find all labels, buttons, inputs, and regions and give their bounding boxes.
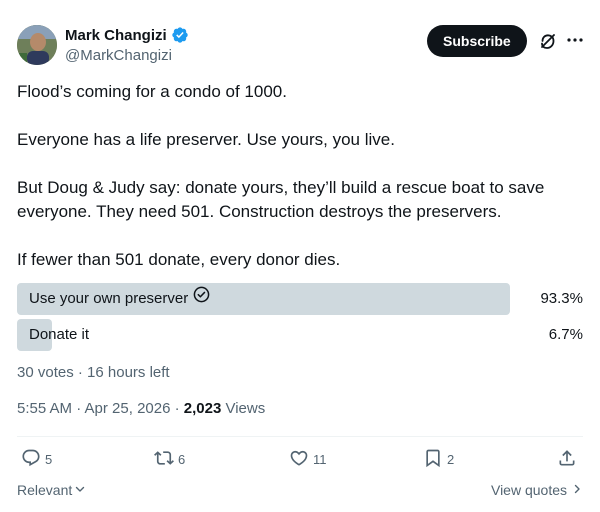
tweet-paragraph: But Doug & Judy say: donate yours, they’… [17,178,545,221]
like-count: 11 [313,452,327,467]
bookmark-button[interactable]: 2 [423,448,454,471]
voted-check-icon [193,283,210,315]
grok-icon[interactable] [538,31,558,51]
poll-option-label: Donate it [29,319,89,351]
share-button[interactable] [557,448,577,471]
tweet-paragraph: Flood’s coming for a condo of 1000. [17,82,287,101]
poll-option: Use your own preserver 93.3% [17,283,585,315]
poll-option-percent: 93.3% [540,290,583,307]
author-display-name[interactable]: Mark Changizi [65,27,167,44]
replies-footer: Relevant View quotes [17,482,583,502]
action-bar: 5 6 11 2 [17,448,583,472]
reply-icon [21,448,41,471]
poll-option-text: Donate it [29,326,90,343]
author-avatar[interactable] [17,25,57,65]
poll-option-percent: 6.7% [548,326,583,343]
heart-icon [289,448,309,471]
verified-badge-icon [171,26,189,44]
reply-count: 5 [45,452,53,467]
chevron-down-icon [74,482,86,498]
reply-button[interactable]: 5 [21,448,52,471]
view-quotes-label: View quotes [490,482,567,498]
poll-meta: 30 votes · 16 hours left [17,364,170,381]
poll-option-label: Use your own preserver [29,283,210,315]
repost-icon [154,448,174,471]
view-quotes-link[interactable]: View quotes [491,482,583,498]
tweet-paragraph: If fewer than 501 donate, every donor di… [17,250,341,269]
tweet-paragraph: Everyone has a life preserver. Use yours… [17,130,395,149]
views-label: Views [221,400,266,417]
tweet-timestamp: 5:55 AM · Apr 25, 2026 · 2,023 Views [17,400,265,417]
chevron-right-icon [571,482,583,498]
poll-option-text: Use your own preserver [29,290,189,307]
bookmark-icon [423,448,443,471]
subscribe-button[interactable]: Subscribe [427,25,527,57]
like-button[interactable]: 11 [289,448,327,471]
more-options-icon[interactable] [565,30,585,50]
repost-button[interactable]: 6 [154,448,185,471]
tweet-header: Mark Changizi @MarkChangizi Subscribe [17,24,587,68]
views-count: 2,023 [183,400,222,417]
tweet-time[interactable]: 5:55 AM · Apr 25, 2026 · [17,400,184,417]
poll-option: Donate it 6.7% [17,319,585,351]
author-name-row: Mark Changizi [65,26,189,44]
tweet-text: Flood’s coming for a condo of 1000. Ever… [17,80,577,296]
author-handle[interactable]: @MarkChangizi [65,47,172,64]
sort-label: Relevant [17,482,73,498]
bookmark-count: 2 [447,452,455,467]
poll: Use your own preserver 93.3% Donate it 6… [17,283,585,355]
repost-count: 6 [178,452,186,467]
divider [17,436,583,437]
share-icon [557,448,577,471]
sort-replies-dropdown[interactable]: Relevant [17,482,86,498]
